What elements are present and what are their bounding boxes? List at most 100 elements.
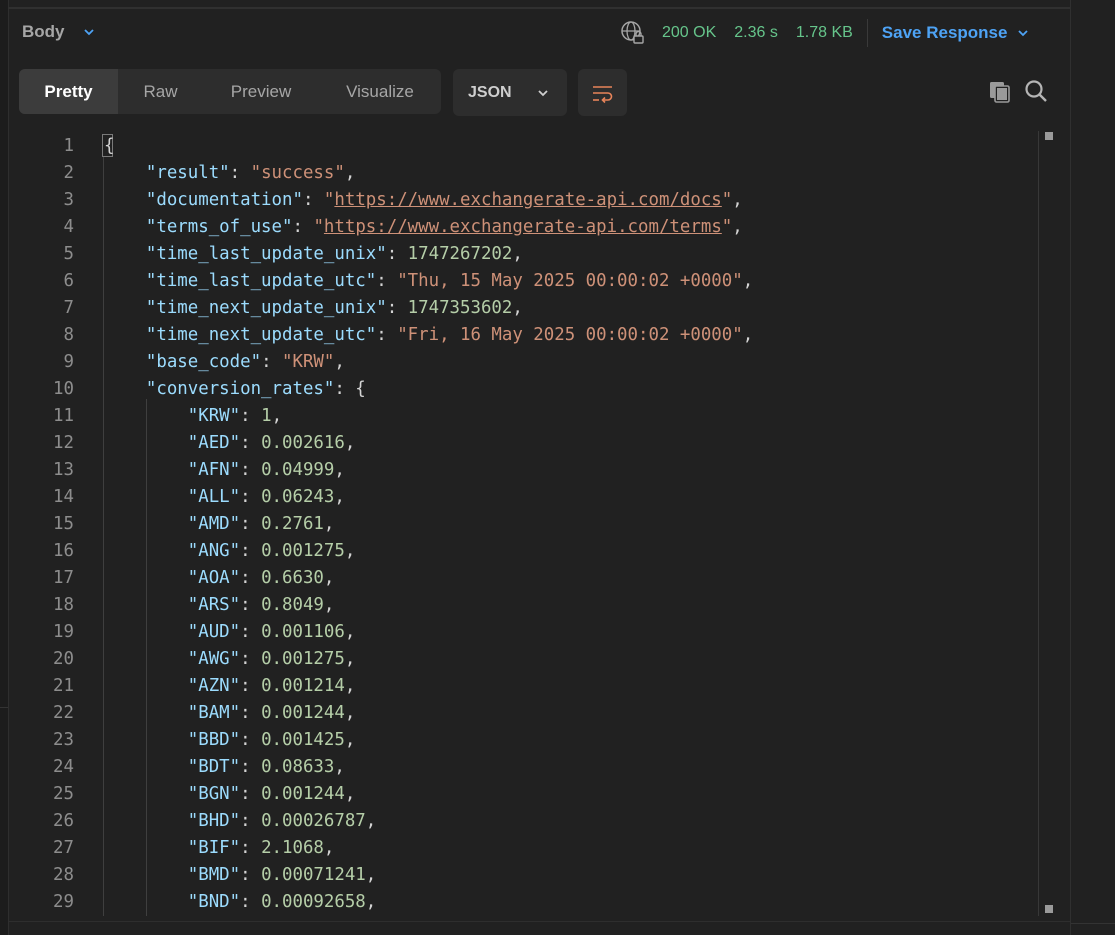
code-line: 9 "base_code": "KRW", (0, 349, 1040, 376)
search-icon[interactable] (1023, 78, 1049, 104)
json-key: "ANG" (187, 541, 241, 561)
tab-preview[interactable]: Preview (203, 69, 319, 114)
status-code[interactable]: 200 OK (662, 24, 716, 42)
line-number: 2 (63, 163, 74, 183)
json-punctuation: , (344, 730, 356, 750)
json-punctuation (104, 514, 188, 534)
json-punctuation (104, 622, 188, 642)
json-punctuation (104, 784, 188, 804)
json-punctuation: : (240, 649, 262, 669)
line-number: 13 (53, 460, 74, 480)
json-punctuation (104, 244, 146, 264)
json-punctuation (104, 568, 188, 588)
chevron-down-icon (83, 29, 94, 36)
json-punctuation: , (344, 622, 356, 642)
globe-lock-icon[interactable] (620, 20, 646, 46)
json-number: 0.001244 (261, 703, 345, 723)
json-punctuation: : (240, 757, 262, 777)
line-number: 26 (53, 811, 74, 831)
code-text: "AZN": 0.001214, (104, 673, 356, 700)
json-key: "BMD" (187, 865, 241, 885)
json-key: "AWG" (187, 649, 241, 669)
response-body-editor[interactable]: 1{2 "result": "success", 3 "documentation… (0, 132, 1040, 916)
save-response-button[interactable]: Save Response (882, 23, 1030, 43)
json-key: "AUD" (187, 622, 241, 642)
json-key: "ALL" (187, 487, 241, 507)
json-punctuation: , (512, 244, 523, 264)
json-number: 0.001214 (261, 676, 345, 696)
json-punctuation: , (512, 298, 523, 318)
json-string: "success" (250, 163, 345, 183)
right-sidebar (1070, 0, 1115, 935)
wrap-lines-button[interactable] (578, 69, 627, 116)
code-line: 10 "conversion_rates": { (0, 376, 1040, 403)
json-string: " (313, 217, 324, 237)
tab-visualize[interactable]: Visualize (319, 69, 441, 114)
format-select[interactable]: JSON (453, 69, 567, 116)
code-text: "AFN": 0.04999, (104, 457, 345, 484)
json-number: 0.06243 (261, 487, 335, 507)
code-text: "BIF": 2.1068, (104, 835, 335, 862)
line-number: 16 (53, 541, 74, 561)
json-key: "AED" (187, 433, 241, 453)
json-key: "time_last_update_unix" (145, 244, 387, 264)
json-punctuation (104, 406, 188, 426)
json-punctuation: , (732, 190, 743, 210)
response-time[interactable]: 2.36 s (734, 24, 778, 42)
json-punctuation: , (344, 784, 356, 804)
json-punctuation: , (334, 352, 345, 372)
body-dropdown[interactable]: Body (22, 22, 95, 42)
code-text: "time_next_update_unix": 1747353602, (104, 295, 523, 322)
json-number: 1747353602 (407, 298, 513, 318)
json-number: 0.08633 (261, 757, 335, 777)
json-punctuation (104, 838, 188, 858)
json-punctuation (104, 352, 146, 372)
json-punctuation: , (334, 757, 345, 777)
json-number: 2.1068 (261, 838, 324, 858)
tab-raw[interactable]: Raw (118, 69, 203, 114)
line-number: 12 (53, 433, 74, 453)
json-punctuation (104, 190, 146, 210)
json-number: 0.2761 (261, 514, 324, 534)
url-link[interactable]: https://www.exchangerate-api.com/terms (324, 217, 722, 237)
wrap-lines-icon (592, 85, 612, 103)
code-text: "BDT": 0.08633, (104, 754, 345, 781)
code-line: 18 "ARS": 0.8049, (0, 592, 1040, 619)
code-text: "BAM": 0.001244, (104, 700, 356, 727)
code-line: 17 "AOA": 0.6630, (0, 565, 1040, 592)
json-number: 0.00092658 (261, 892, 366, 912)
json-punctuation (104, 892, 188, 912)
response-size[interactable]: 1.78 KB (796, 24, 853, 42)
json-punctuation: : (240, 730, 262, 750)
json-punctuation (104, 811, 188, 831)
json-number: 0.001106 (261, 622, 345, 642)
json-key: "time_last_update_utc" (145, 271, 377, 291)
code-line: 14 "ALL": 0.06243, (0, 484, 1040, 511)
code-line: 6 "time_last_update_utc": "Thu, 15 May 2… (0, 268, 1040, 295)
json-punctuation (104, 676, 188, 696)
line-number: 27 (53, 838, 74, 858)
copy-icon[interactable] (987, 79, 1013, 105)
chevron-down-icon (1018, 30, 1029, 37)
code-line: 21 "AZN": 0.001214, (0, 673, 1040, 700)
url-link[interactable]: https://www.exchangerate-api.com/docs (334, 190, 721, 210)
json-key: "conversion_rates" (145, 379, 335, 399)
json-number: 0.001425 (261, 730, 345, 750)
json-key: "ARS" (187, 595, 241, 615)
code-line: 8 "time_next_update_utc": "Fri, 16 May 2… (0, 322, 1040, 349)
json-punctuation: , (271, 406, 283, 426)
json-number: 0.00071241 (261, 865, 366, 885)
json-punctuation: , (344, 649, 356, 669)
json-punctuation: , (334, 460, 345, 480)
tab-pretty[interactable]: Pretty (19, 69, 118, 114)
json-number: 0.6630 (261, 568, 324, 588)
line-number: 25 (53, 784, 74, 804)
line-number: 5 (63, 244, 74, 264)
json-punctuation (104, 271, 146, 291)
editor-scrollbar[interactable] (1038, 131, 1059, 916)
json-key: "AMD" (187, 514, 241, 534)
json-punctuation: , (344, 541, 356, 561)
line-number: 1 (63, 136, 74, 156)
line-number: 10 (53, 379, 74, 399)
code-text: "AUD": 0.001106, (104, 619, 356, 646)
